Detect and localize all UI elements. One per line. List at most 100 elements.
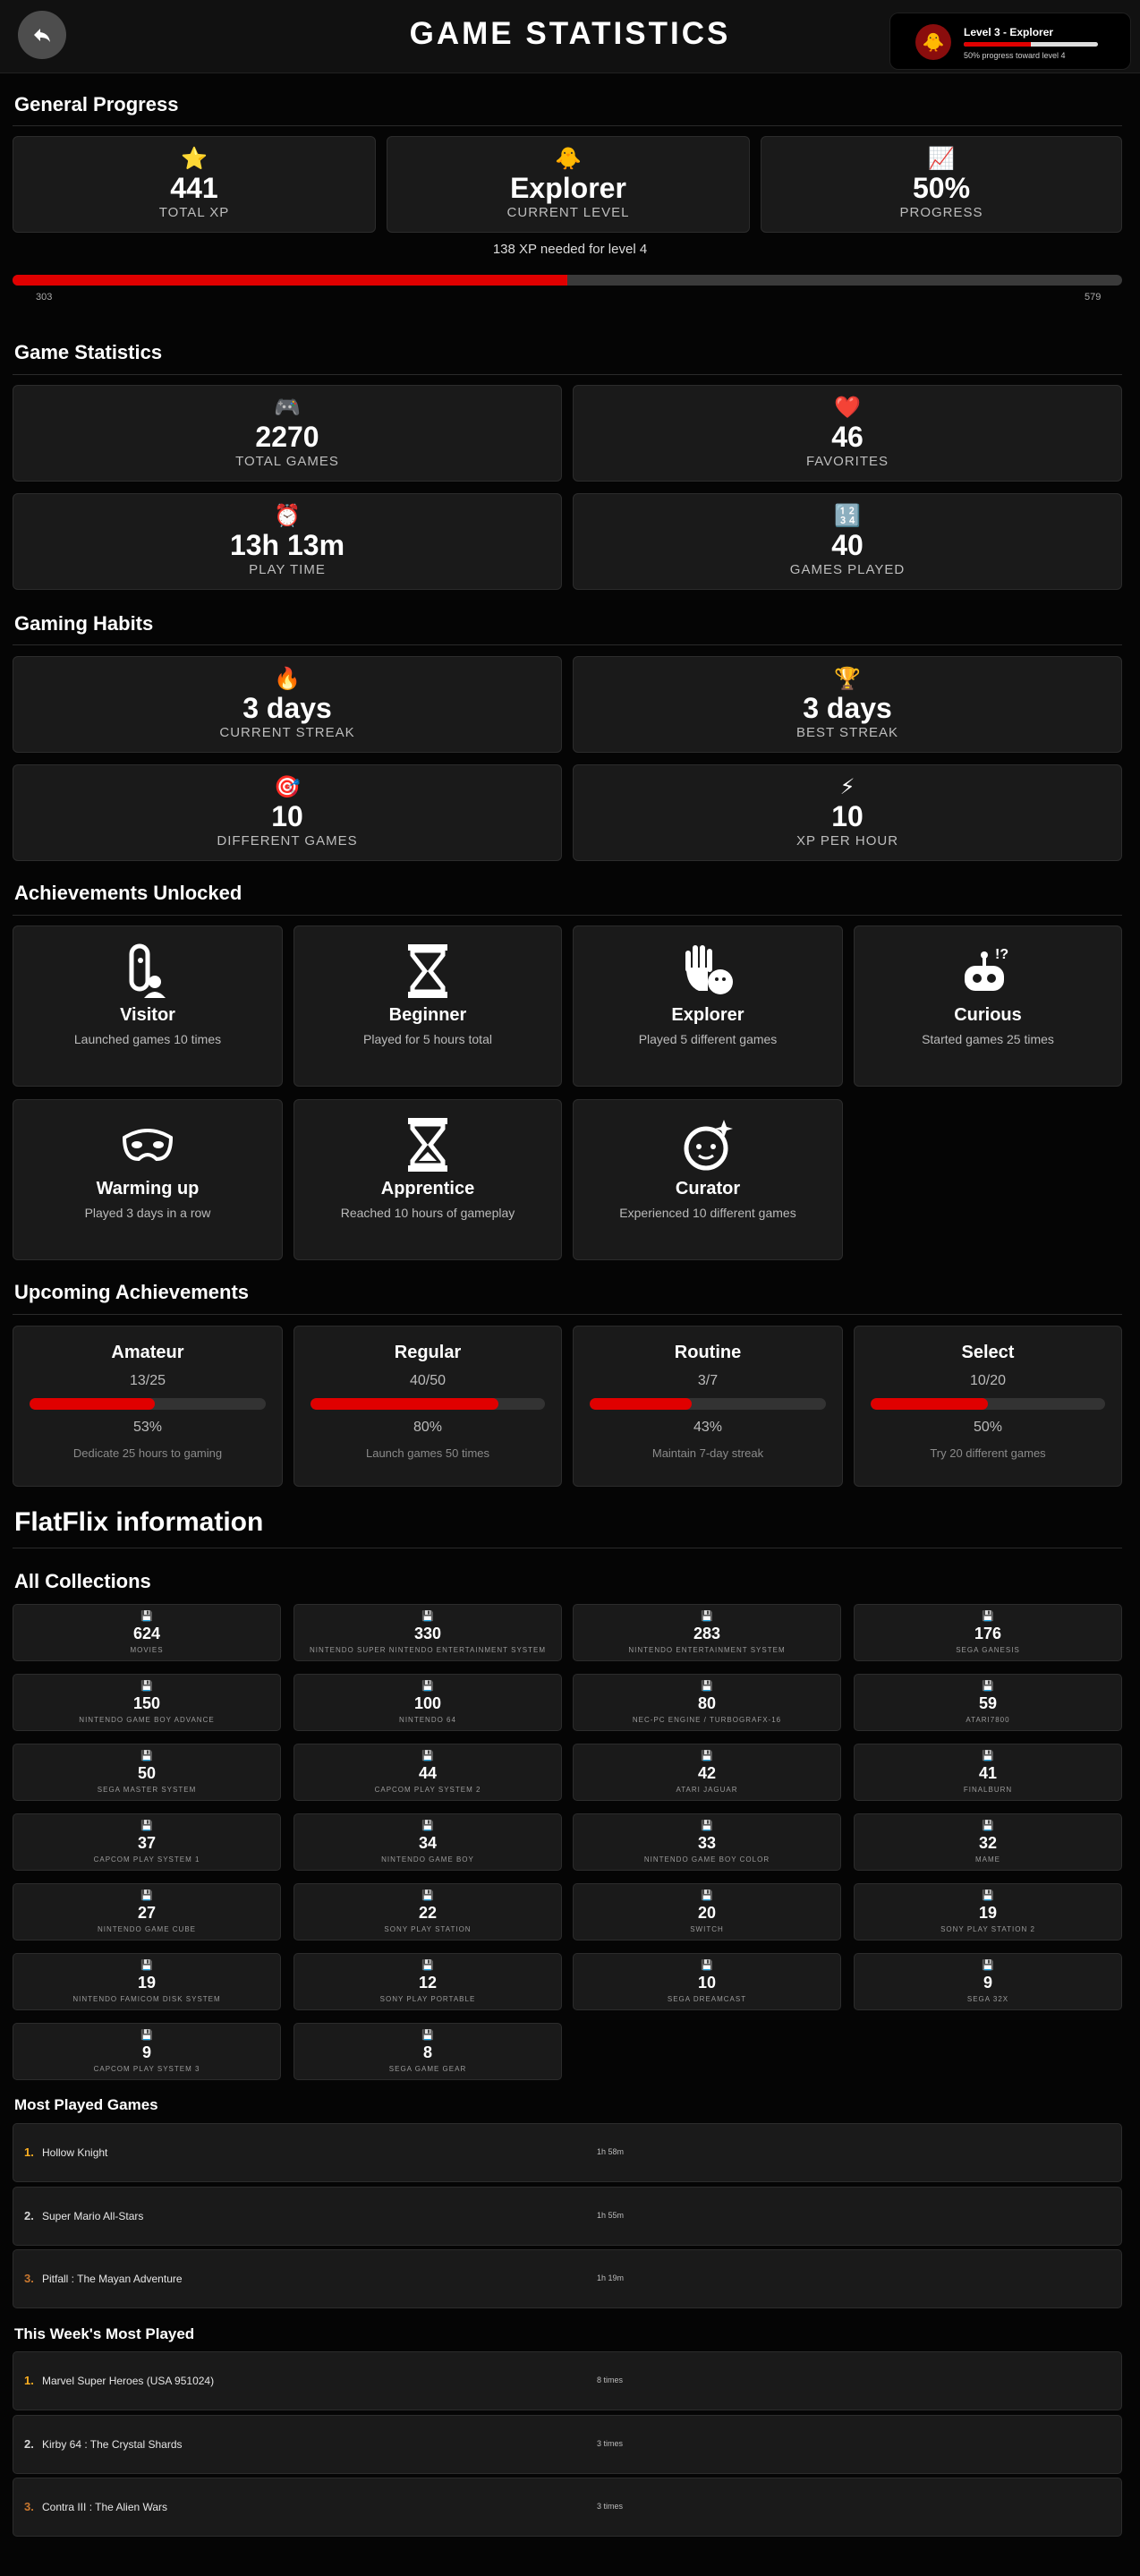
stat-label: GAMES PLAYED	[789, 562, 906, 577]
floppy-disk-icon: 💾	[421, 2030, 434, 2041]
list-item[interactable]: 1. Marvel Super Heroes (USA 951024) 8 time…	[13, 2351, 1122, 2410]
play-value: 1h 55m	[597, 2211, 625, 2220]
collection-card[interactable]: 💾 20 SWITCH	[573, 1883, 841, 1941]
collection-count: 34	[418, 1834, 438, 1852]
collection-card[interactable]: 💾 100 NINTENDO 64	[294, 1674, 562, 1731]
collection-card[interactable]: 💾 624 MOVIES	[13, 1604, 281, 1661]
collection-label: SEGA GAME GEAR	[388, 2065, 467, 2073]
achievement-name: Curious	[954, 1005, 1022, 1025]
hand-icon	[574, 943, 842, 1000]
upcoming-desc: Dedicate 25 hours to gaming	[72, 1446, 223, 1460]
upcoming-name: Routine	[674, 1343, 742, 1362]
xp-min-label: 303	[36, 292, 53, 303]
collection-count: 8	[422, 2043, 432, 2061]
stat-label: BEST STREAK	[795, 725, 899, 740]
upcoming-card[interactable]: Select 10/20 50% Try 20 different games	[854, 1326, 1122, 1487]
collection-card[interactable]: 💾 27 NINTENDO GAME CUBE	[13, 1883, 281, 1941]
stat-card-best-streak: 🏆 3 days BEST STREAK	[573, 656, 1122, 753]
upcoming-card[interactable]: Regular 40/50 80% Launch games 50 times	[294, 1326, 562, 1487]
collection-card[interactable]: 💾 10 SEGA DREAMCAST	[573, 1953, 841, 2010]
collection-card[interactable]: 💾 176 SEGA GANESIS	[854, 1604, 1122, 1661]
stat-label: TOTAL XP	[158, 205, 230, 220]
list-item[interactable]: 3. Pitfall : The Mayan Adventure 1h 19m	[13, 2249, 1122, 2308]
collection-card[interactable]: 💾 42 ATARI JAGUAR	[573, 1744, 841, 1801]
achievement-card[interactable]: Explorer Played 5 different games	[573, 925, 843, 1087]
achievement-card[interactable]: Beginner Played for 5 hours total	[294, 925, 562, 1087]
collection-card[interactable]: 💾 37 CAPCOM PLAY SYSTEM 1	[13, 1813, 281, 1871]
collection-card[interactable]: 💾 9 SEGA 32X	[854, 1953, 1122, 2010]
upcoming-card[interactable]: Amateur 13/25 53% Dedicate 25 hours to g…	[13, 1326, 283, 1487]
achievement-desc: Played for 5 hours total	[363, 1032, 492, 1046]
collection-card[interactable]: 💾 44 CAPCOM PLAY SYSTEM 2	[294, 1744, 562, 1801]
stat-card-different-games: 🎯 10 DIFFERENT GAMES	[13, 764, 562, 861]
stat-card-current-level: 🐥 Explorer CURRENT LEVEL	[387, 136, 750, 233]
stat-label: DIFFERENT GAMES	[217, 833, 358, 849]
collection-card[interactable]: 💾 41 FINALBURN	[854, 1744, 1122, 1801]
star-icon: ⭐	[181, 147, 208, 171]
trophy-icon: 🏆	[834, 667, 861, 691]
collection-card[interactable]: 💾 19 NINTENDO FAMICOM DISK SYSTEM	[13, 1953, 281, 2010]
collections-title: All Collections	[14, 1570, 151, 1592]
rank-number: 2.	[24, 2209, 34, 2222]
collection-card[interactable]: 💾 150 NINTENDO GAME BOY ADVANCE	[13, 1674, 281, 1731]
achievement-card[interactable]: !? Curious Started games 25 times	[854, 925, 1122, 1087]
achievement-card[interactable]: Visitor Launched games 10 times	[13, 925, 283, 1087]
xp-progress-bar	[13, 275, 1122, 286]
floppy-disk-icon: 💾	[140, 1821, 153, 1831]
xp-max-label: 579	[1085, 292, 1102, 303]
collection-label: SEGA 32X	[966, 1995, 1009, 2003]
achievement-card[interactable]: Curator Experienced 10 different games	[573, 1099, 843, 1260]
upcoming-name: Select	[961, 1343, 1015, 1362]
achievement-name: Explorer	[671, 1005, 744, 1025]
collection-card[interactable]: 💾 283 NINTENDO ENTERTAINMENT SYSTEM	[573, 1604, 841, 1661]
stat-card-favorites: ❤️ 46 FAVORITES	[573, 385, 1122, 482]
list-item[interactable]: 2. Kirby 64 : The Crystal Shards 3 times	[13, 2415, 1122, 2474]
collection-count: 33	[697, 1834, 717, 1852]
stat-label: CURRENT LEVEL	[506, 205, 630, 220]
upcoming-progress-bar	[30, 1398, 266, 1410]
stat-value: 3 days	[803, 692, 892, 724]
collection-card[interactable]: 💾 34 NINTENDO GAME BOY	[294, 1813, 562, 1871]
upcoming-progress-fill	[311, 1398, 498, 1410]
floppy-disk-icon: 💾	[701, 1611, 713, 1622]
svg-text:!?: !?	[995, 947, 1008, 962]
list-item[interactable]: 1. Hollow Knight 1h 58m	[13, 2123, 1122, 2182]
achievement-card[interactable]: Warming up Played 3 days in a row	[13, 1099, 283, 1260]
rank-number: 2.	[24, 2437, 34, 2451]
collection-card[interactable]: 💾 22 SONY PLAY STATION	[294, 1883, 562, 1941]
collection-card[interactable]: 💾 19 SONY PLAY STATION 2	[854, 1883, 1122, 1941]
upcoming-desc: Launch games 50 times	[365, 1446, 490, 1460]
collection-card[interactable]: 💾 33 NINTENDO GAME BOY COLOR	[573, 1813, 841, 1871]
achievement-name: Warming up	[96, 1179, 200, 1198]
collection-card[interactable]: 💾 50 SEGA MASTER SYSTEM	[13, 1744, 281, 1801]
collection-card[interactable]: 💾 8 SEGA GAME GEAR	[294, 2023, 562, 2080]
heart-icon: ❤️	[834, 396, 861, 420]
achievement-desc: Experienced 10 different games	[619, 1206, 796, 1220]
collection-card[interactable]: 💾 59 ATARI7800	[854, 1674, 1122, 1731]
upcoming-card[interactable]: Routine 3/7 43% Maintain 7-day streak	[573, 1326, 843, 1487]
collection-card[interactable]: 💾 12 SONY PLAY PORTABLE	[294, 1953, 562, 2010]
stat-card-current-streak: 🔥 3 days CURRENT STREAK	[13, 656, 562, 753]
stat-label: PLAY TIME	[249, 562, 326, 577]
collection-count: 330	[413, 1625, 442, 1642]
collection-card[interactable]: 💾 9 CAPCOM PLAY SYSTEM 3	[13, 2023, 281, 2080]
achievement-card[interactable]: Apprentice Reached 10 hours of gameplay	[294, 1099, 562, 1260]
list-item[interactable]: 3. Contra III : The Alien Wars 3 times	[13, 2478, 1122, 2537]
list-item[interactable]: 2. Super Mario All-Stars 1h 55m	[13, 2187, 1122, 2246]
collection-count: 32	[978, 1834, 998, 1852]
level-name: Level 3 - Explorer	[964, 26, 1054, 38]
level-badge[interactable]: 🐥 Level 3 - Explorer 50% progress toward…	[889, 13, 1131, 70]
most-played-title: Most Played Games	[14, 2096, 158, 2113]
stat-value: 10	[271, 800, 303, 832]
collection-card[interactable]: 💾 80 NEC-PC ENGINE / TURBOGRAFX-16	[573, 1674, 841, 1731]
xp-progress-fill	[13, 275, 567, 286]
collection-card[interactable]: 💾 32 MAME	[854, 1813, 1122, 1871]
stat-card-games-played: 🔢 40 GAMES PLAYED	[573, 493, 1122, 590]
target-icon: 🎯	[274, 775, 301, 799]
stat-value: 441	[170, 172, 218, 204]
stat-label: XP PER HOUR	[795, 833, 899, 849]
collection-card[interactable]: 💾 330 NINTENDO SUPER NINTENDO ENTERTAINMEN…	[294, 1604, 562, 1661]
floppy-disk-icon: 💾	[140, 1681, 153, 1692]
game-name: Marvel Super Heroes (USA 951024)	[42, 2375, 215, 2387]
hourglass-icon	[294, 1116, 561, 1173]
